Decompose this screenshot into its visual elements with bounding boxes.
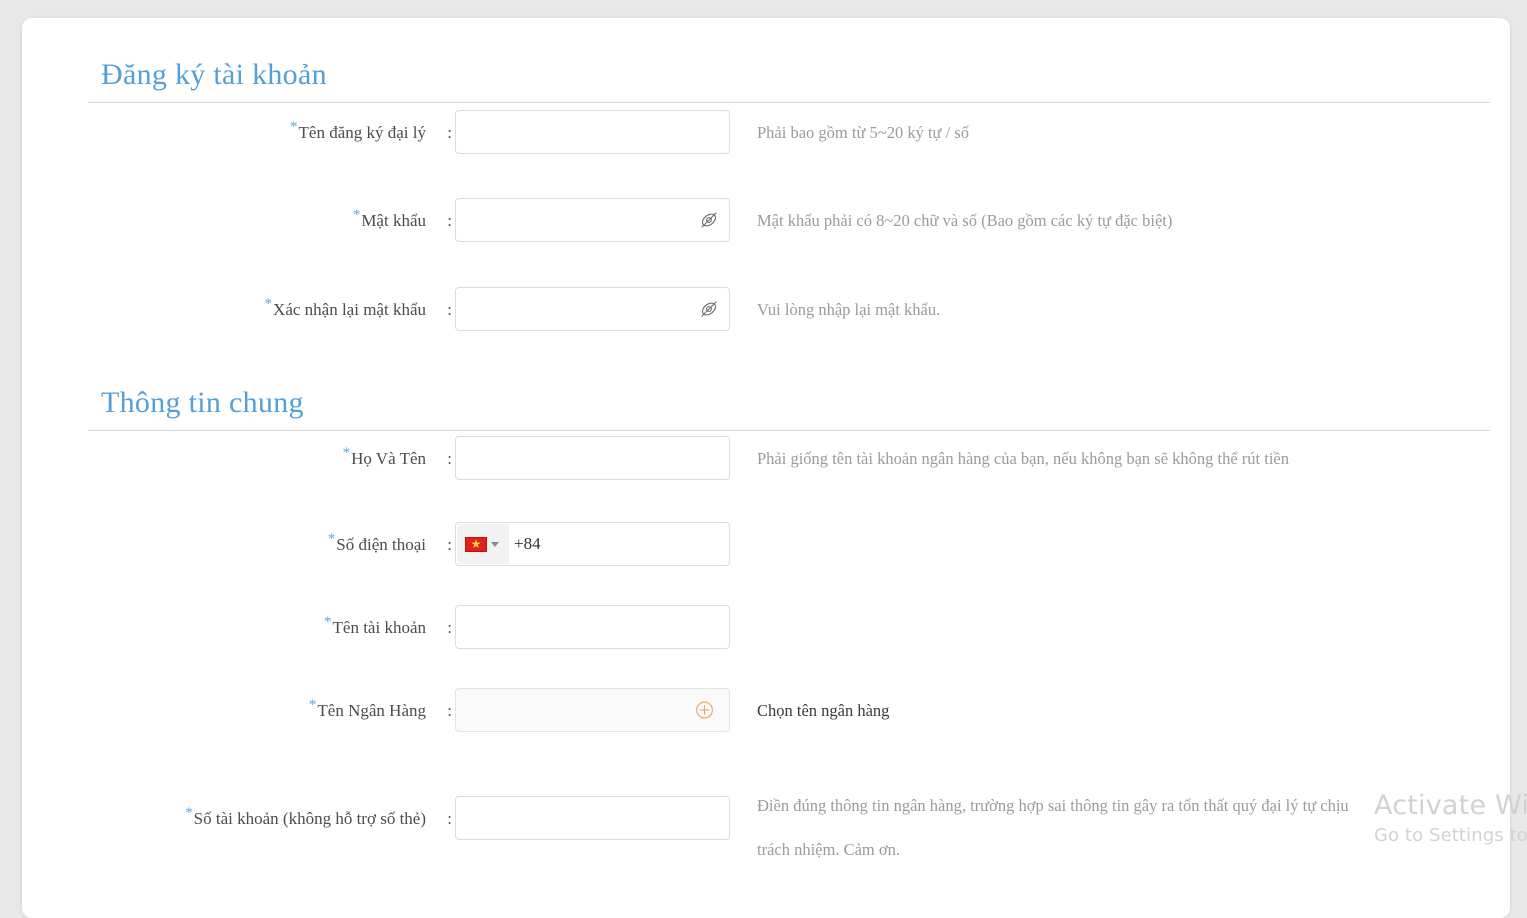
- required-star-icon: *: [290, 119, 298, 136]
- field-row-agent-name: *Tên đăng ký đại lý: Phải bao gồm từ 5~2…: [22, 110, 1510, 156]
- label-colon: :: [447, 449, 452, 468]
- label-account-name: *Tên tài khoản:: [22, 605, 452, 651]
- label-confirm-password-text: Xác nhận lại mật khẩu: [273, 300, 426, 319]
- account-section-header: Đăng ký tài khoản: [88, 58, 1490, 103]
- label-phone-text: Số điện thoại: [336, 535, 426, 554]
- hint-password: Mật khẩu phải có 8~20 chữ và số (Bao gồm…: [757, 211, 1173, 230]
- label-colon: :: [447, 535, 452, 554]
- confirm-password-input[interactable]: [456, 288, 729, 330]
- hint-bank-name: Chọn tên ngân hàng: [757, 701, 890, 720]
- label-full-name-text: Họ Và Tên: [351, 449, 426, 468]
- label-colon: :: [447, 123, 452, 142]
- label-colon: :: [447, 701, 452, 720]
- plus-circle-icon[interactable]: [694, 700, 715, 721]
- field-row-full-name: *Họ Và Tên: Phải giống tên tài khoản ngâ…: [22, 436, 1510, 482]
- registration-card: Đăng ký tài khoản *Tên đăng ký đại lý: P…: [22, 18, 1510, 918]
- eye-slash-icon[interactable]: [698, 298, 720, 320]
- section-divider: [88, 429, 1490, 431]
- label-password: *Mật khẩu:: [22, 198, 452, 244]
- field-row-bank-name: *Tên Ngân Hàng: Chọn tên ngân hàng: [22, 688, 1510, 734]
- vietnam-flag-icon: ★: [465, 536, 487, 552]
- required-star-icon: *: [327, 531, 336, 548]
- eye-slash-icon[interactable]: [698, 209, 720, 231]
- required-star-icon: *: [324, 614, 332, 631]
- general-section-header: Thông tin chung: [88, 386, 1490, 431]
- field-row-bank-account-number: *Số tài khoản (không hỗ trợ số thẻ): Điề…: [22, 796, 1510, 886]
- section-divider: [88, 101, 1490, 103]
- full-name-field[interactable]: [455, 436, 730, 480]
- full-name-input[interactable]: [456, 437, 729, 479]
- required-star-icon: *: [352, 207, 361, 224]
- field-row-phone: *Số điện thoại: ★: [22, 522, 1510, 568]
- bank-account-number-input[interactable]: [456, 797, 729, 839]
- hint-bank-account-number: Điền đúng thông tin ngân hàng, trường hợ…: [757, 796, 1349, 859]
- agent-name-input[interactable]: [456, 111, 729, 153]
- label-colon: :: [447, 211, 452, 230]
- agent-name-field[interactable]: [455, 110, 730, 154]
- required-star-icon: *: [264, 296, 273, 313]
- hint-agent-name: Phải bao gồm từ 5~20 ký tự / số: [757, 123, 969, 142]
- label-confirm-password: *Xác nhận lại mật khẩu:: [22, 287, 452, 333]
- field-row-confirm-password: *Xác nhận lại mật khẩu: Vui lòng nhập lạ…: [22, 287, 1510, 333]
- country-code-selector[interactable]: ★: [457, 524, 509, 564]
- label-account-name-text: Tên tài khoản: [332, 618, 426, 637]
- field-row-password: *Mật khẩu: Mật khẩu phải có 8~20 chữ và …: [22, 198, 1510, 244]
- label-bank-account-number: *Số tài khoản (không hỗ trợ số thẻ):: [22, 796, 452, 842]
- field-row-account-name: *Tên tài khoản:: [22, 605, 1510, 651]
- required-star-icon: *: [185, 805, 193, 822]
- label-bank-name-text: Tên Ngân Hàng: [317, 701, 426, 720]
- label-colon: :: [447, 809, 452, 828]
- chevron-down-icon: [491, 541, 499, 547]
- required-star-icon: *: [342, 445, 351, 462]
- password-input[interactable]: [456, 199, 729, 241]
- label-agent-name: *Tên đăng ký đại lý:: [22, 110, 452, 156]
- label-password-text: Mật khẩu: [361, 211, 426, 230]
- bank-account-number-field[interactable]: [455, 796, 730, 840]
- hint-full-name: Phải giống tên tài khoản ngân hàng của b…: [757, 449, 1290, 468]
- password-field[interactable]: [455, 198, 730, 242]
- label-agent-name-text: Tên đăng ký đại lý: [298, 123, 426, 142]
- bank-name-input[interactable]: [456, 689, 729, 731]
- account-section-title: Đăng ký tài khoản: [101, 58, 327, 91]
- label-phone: *Số điện thoại:: [22, 522, 452, 568]
- required-star-icon: *: [308, 697, 317, 714]
- confirm-password-field[interactable]: [455, 287, 730, 331]
- general-section-title: Thông tin chung: [101, 386, 304, 419]
- account-name-field[interactable]: [455, 605, 730, 649]
- phone-field[interactable]: ★: [455, 522, 730, 566]
- bank-name-field[interactable]: [455, 688, 730, 732]
- hint-confirm-password: Vui lòng nhập lại mật khẩu.: [757, 300, 941, 319]
- label-bank-account-number-text: Số tài khoản (không hỗ trợ số thẻ): [193, 809, 426, 828]
- account-name-input[interactable]: [456, 606, 729, 648]
- label-full-name: *Họ Và Tên:: [22, 436, 452, 482]
- label-colon: :: [447, 618, 452, 637]
- label-colon: :: [447, 300, 452, 319]
- label-bank-name: *Tên Ngân Hàng:: [22, 688, 452, 734]
